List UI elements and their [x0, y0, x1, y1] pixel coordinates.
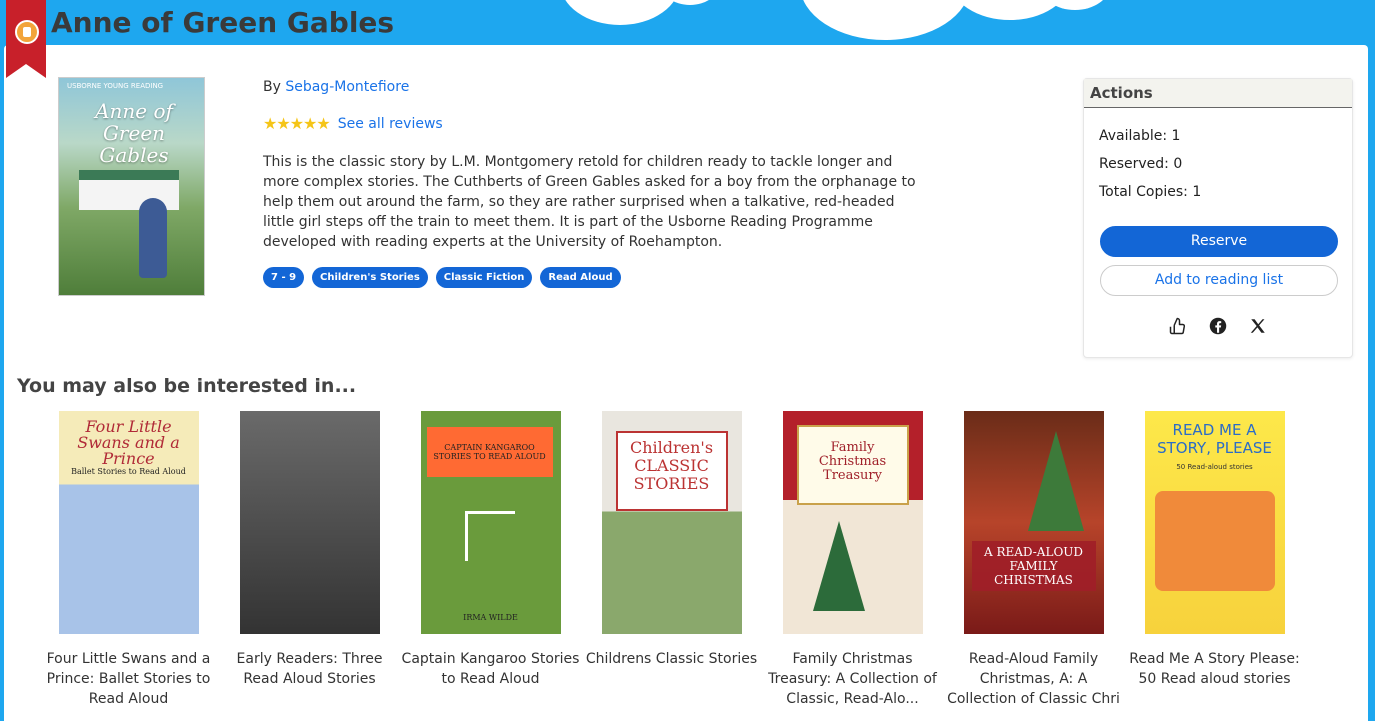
author-line: By Sebag-Montefiore [263, 79, 409, 95]
tag-list: 7 - 9 Children's Stories Classic Fiction… [263, 267, 621, 288]
tag-age[interactable]: 7 - 9 [263, 267, 305, 288]
cover-illustration [1154, 491, 1275, 591]
share-row [1169, 317, 1267, 335]
facebook-icon[interactable] [1209, 317, 1227, 335]
tag-read-aloud[interactable]: Read Aloud [540, 267, 621, 288]
recommendation-card[interactable]: Children's CLASSIC STORIES Childrens Cla… [581, 411, 762, 669]
available-count: Available: 1 [1099, 128, 1181, 144]
author-link[interactable]: Sebag-Montefiore [285, 79, 409, 95]
tag-classic-fiction[interactable]: Classic Fiction [435, 267, 533, 288]
recommendation-title: Childrens Classic Stories [585, 651, 758, 667]
recommendation-cover: A READ-ALOUD FAMILY CHRISTMAS [963, 411, 1104, 634]
actions-heading: Actions [1084, 79, 1352, 108]
cover-publisher: USBORNE YOUNG READING [67, 82, 164, 90]
cloud-decoration [560, 0, 680, 25]
star-rating-icon: ★★★★★ [263, 114, 331, 133]
recommendation-cover: CAPTAIN KANGAROO STORIES TO READ ALOUD I… [420, 411, 561, 634]
by-label: By [263, 79, 281, 95]
fox-logo-icon [15, 20, 39, 44]
add-to-reading-list-button[interactable]: Add to reading list [1100, 265, 1338, 296]
cover-title: Children's CLASSIC STORIES [615, 431, 728, 511]
cover-subtitle: Ballet Stories to Read Aloud [71, 467, 186, 476]
recommendation-card[interactable]: Early Readers: Three Read Aloud Stories [219, 411, 400, 689]
recommendations-heading: You may also be interested in... [17, 375, 357, 397]
cover-title: CAPTAIN KANGAROO STORIES TO READ ALOUD [426, 427, 553, 477]
cover-subtitle: 50 Read-aloud stories [1176, 463, 1253, 471]
cover-title: Four Little Swans and a Prince [77, 417, 180, 468]
recommendation-cover [239, 411, 380, 634]
cloud-decoration [800, 0, 970, 40]
recommendation-cover: Four Little Swans and a Prince Ballet St… [58, 411, 199, 634]
page-title: Anne of Green Gables [51, 6, 395, 39]
cover-girl-illustration [139, 198, 167, 278]
recommendation-cover: Children's CLASSIC STORIES [601, 411, 742, 634]
see-all-reviews-link[interactable]: See all reviews [338, 116, 443, 132]
recommendation-title: Read-Aloud Family Christmas, A: A Collec… [947, 651, 1120, 707]
cover-title: A READ-ALOUD FAMILY CHRISTMAS [971, 541, 1096, 591]
thumbs-up-icon[interactable] [1169, 317, 1187, 335]
recommendation-title: Early Readers: Three Read Aloud Stories [236, 651, 383, 687]
cover-title: Anne of Green Gables [95, 99, 173, 167]
book-cover: USBORNE YOUNG READING Anne of Green Gabl… [58, 77, 205, 296]
rating-row: ★★★★★ See all reviews [263, 114, 443, 133]
recommendation-card[interactable]: A READ-ALOUD FAMILY CHRISTMAS Read-Aloud… [943, 411, 1124, 709]
recommendation-title: Family Christmas Treasury: A Collection … [768, 651, 937, 707]
recommendation-cover: READ ME A STORY, PLEASE 50 Read-aloud st… [1144, 411, 1285, 634]
recommendation-card[interactable]: READ ME A STORY, PLEASE 50 Read-aloud st… [1124, 411, 1305, 689]
total-copies: Total Copies: 1 [1099, 184, 1202, 200]
recommendation-title: Read Me A Story Please: 50 Read aloud st… [1129, 651, 1300, 687]
book-description: This is the classic story by L.M. Montgo… [263, 154, 916, 250]
generic-book-icon [464, 511, 515, 561]
recommendation-title: Four Little Swans and a Prince: Ballet S… [46, 651, 211, 707]
recommendation-card[interactable]: Family Christmas Treasury Family Christm… [762, 411, 943, 709]
cover-author: IRMA WILDE [463, 613, 518, 622]
actions-card: Actions Available: 1 Reserved: 0 Total C… [1083, 78, 1353, 358]
cover-title: Family Christmas Treasury [796, 425, 909, 505]
cover-title: READ ME A STORY, PLEASE [1157, 421, 1272, 457]
tag-childrens-stories[interactable]: Children's Stories [312, 267, 428, 288]
reserve-button[interactable]: Reserve [1100, 226, 1338, 257]
recommendation-card[interactable]: CAPTAIN KANGAROO STORIES TO READ ALOUD I… [400, 411, 581, 689]
recommendation-card[interactable]: Four Little Swans and a Prince Ballet St… [38, 411, 219, 709]
christmas-tree-illustration [1027, 431, 1084, 531]
christmas-tree-illustration [812, 521, 865, 611]
recommendation-cover: Family Christmas Treasury [782, 411, 923, 634]
recommendation-title: Captain Kangaroo Stories to Read Aloud [401, 651, 580, 687]
reserved-count: Reserved: 0 [1099, 156, 1183, 172]
x-icon[interactable] [1249, 317, 1267, 335]
